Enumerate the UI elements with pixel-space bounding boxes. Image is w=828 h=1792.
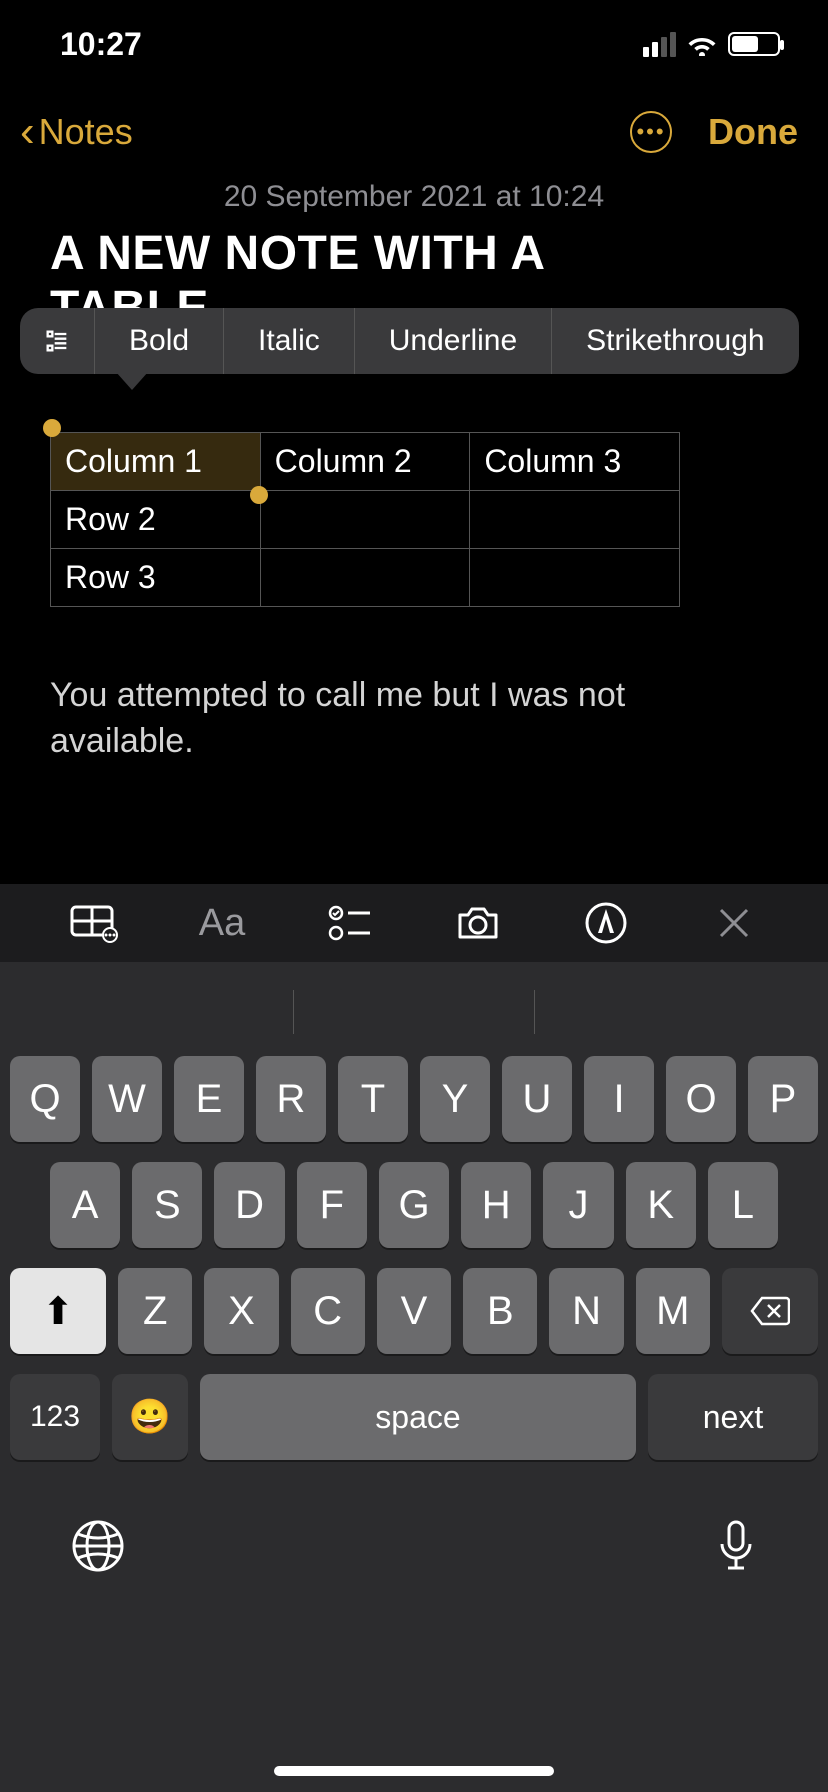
key-r[interactable]: R [256, 1056, 326, 1142]
key-k[interactable]: K [626, 1162, 696, 1248]
key-f[interactable]: F [297, 1162, 367, 1248]
text-style-button[interactable]: Aa [192, 902, 252, 945]
key-q[interactable]: Q [10, 1056, 80, 1142]
separator [293, 990, 294, 1034]
key-b[interactable]: B [463, 1268, 537, 1354]
table-cell[interactable]: Row 2 [51, 491, 261, 549]
key-j[interactable]: J [543, 1162, 613, 1248]
key-h[interactable]: H [461, 1162, 531, 1248]
note-body[interactable]: A NEW NOTE WITH A TABLE Column 1 Column … [0, 214, 828, 765]
format-toolbar: Aa [0, 884, 828, 962]
separator [534, 990, 535, 1034]
next-key[interactable]: next [648, 1374, 818, 1460]
shift-key[interactable]: ⬆ [10, 1268, 106, 1354]
markup-button[interactable] [576, 901, 636, 945]
text-context-menu: Bold Italic Underline Strikethrough [20, 308, 799, 374]
format-icon [42, 327, 72, 355]
note-paragraph[interactable]: You attempted to call me but I was not a… [50, 673, 778, 765]
bold-button[interactable]: Bold [95, 308, 224, 374]
strikethrough-button[interactable]: Strikethrough [552, 308, 798, 374]
key-d[interactable]: D [214, 1162, 284, 1248]
key-a[interactable]: A [50, 1162, 120, 1248]
format-indent-button[interactable] [20, 308, 95, 374]
key-z[interactable]: Z [118, 1268, 192, 1354]
table-cell[interactable] [260, 549, 470, 607]
table-cell[interactable] [260, 491, 470, 549]
backspace-icon [750, 1296, 790, 1326]
status-time: 10:27 [60, 26, 142, 63]
space-key[interactable]: space [200, 1374, 636, 1460]
key-i[interactable]: I [584, 1056, 654, 1142]
back-button[interactable]: ‹ Notes [20, 110, 133, 154]
camera-button[interactable] [448, 903, 508, 943]
table-insert-button[interactable] [64, 903, 124, 943]
note-timestamp: 20 September 2021 at 10:24 [0, 180, 828, 214]
globe-key[interactable] [70, 1518, 126, 1579]
table-cell[interactable]: Column 3 [470, 433, 680, 491]
numbers-key[interactable]: 123 [10, 1374, 100, 1460]
checklist-button[interactable] [320, 903, 380, 943]
dictation-key[interactable] [714, 1518, 758, 1579]
selection-handle-icon[interactable] [250, 486, 268, 504]
key-w[interactable]: W [92, 1056, 162, 1142]
mic-icon [714, 1518, 758, 1574]
backspace-key[interactable] [722, 1268, 818, 1354]
emoji-key[interactable]: 😀 [112, 1374, 188, 1460]
shift-icon: ⬆ [42, 1289, 74, 1334]
table-cell[interactable] [470, 491, 680, 549]
key-m[interactable]: M [636, 1268, 710, 1354]
key-o[interactable]: O [666, 1056, 736, 1142]
chevron-left-icon: ‹ [20, 110, 35, 154]
suggestion-bar [0, 972, 828, 1052]
key-n[interactable]: N [549, 1268, 623, 1354]
wifi-icon [686, 32, 718, 56]
globe-icon [70, 1518, 126, 1574]
signal-icon [643, 32, 676, 57]
key-v[interactable]: V [377, 1268, 451, 1354]
key-l[interactable]: L [708, 1162, 778, 1248]
italic-button[interactable]: Italic [224, 308, 355, 374]
table-cell[interactable] [470, 549, 680, 607]
key-s[interactable]: S [132, 1162, 202, 1248]
note-table[interactable]: Column 1 Column 2 Column 3 Row 2 Row 3 [50, 432, 680, 607]
status-icons [643, 32, 780, 57]
selection-handle-icon[interactable] [43, 419, 61, 437]
emoji-icon: 😀 [129, 1397, 171, 1437]
key-t[interactable]: T [338, 1056, 408, 1142]
battery-icon [728, 32, 780, 56]
more-button[interactable]: ••• [630, 111, 672, 153]
table-cell[interactable]: Row 3 [51, 549, 261, 607]
table-cell-selected[interactable]: Column 1 [51, 433, 261, 491]
key-g[interactable]: G [379, 1162, 449, 1248]
key-c[interactable]: C [291, 1268, 365, 1354]
key-u[interactable]: U [502, 1056, 572, 1142]
close-toolbar-button[interactable] [704, 906, 764, 940]
underline-button[interactable]: Underline [355, 308, 552, 374]
home-indicator[interactable] [274, 1766, 554, 1776]
key-p[interactable]: P [748, 1056, 818, 1142]
key-y[interactable]: Y [420, 1056, 490, 1142]
table-cell[interactable]: Column 2 [260, 433, 470, 491]
key-e[interactable]: E [174, 1056, 244, 1142]
status-bar: 10:27 [0, 0, 828, 88]
keyboard: Q W E R T Y U I O P A S D F G H J K L ⬆ … [0, 962, 828, 1792]
back-label: Notes [39, 111, 133, 153]
done-button[interactable]: Done [708, 111, 798, 153]
key-x[interactable]: X [204, 1268, 278, 1354]
nav-bar: ‹ Notes ••• Done [0, 88, 828, 176]
